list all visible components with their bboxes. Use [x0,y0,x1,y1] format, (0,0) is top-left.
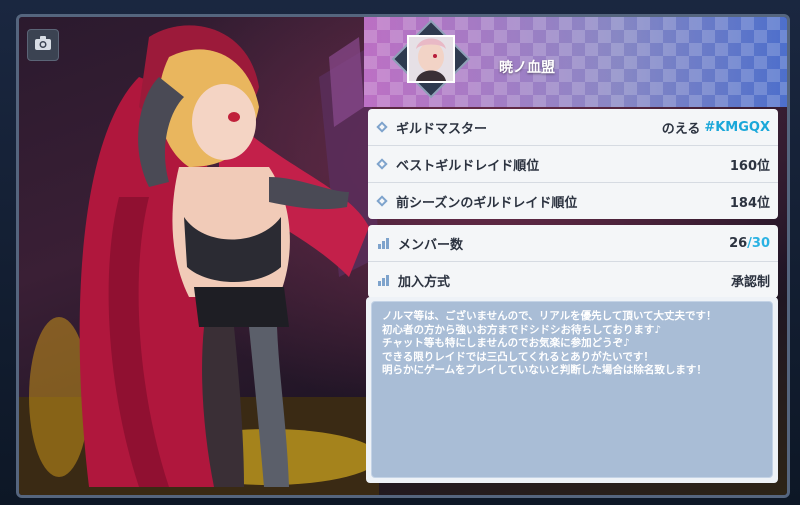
guild-membership-panel: メンバー数 26 / 30 加入方式 承認制 [368,225,778,298]
bar-chart-icon [378,274,389,286]
description-line: チャット等も特にしませんのでお気楽に参加どうぞ♪ [382,337,630,349]
join-method-label: 加入方式 [398,274,451,290]
prev-raid-row: 前シーズンのギルドレイド順位 184位 [368,183,778,219]
best-raid-value: 160位 [729,158,770,174]
guild-description: ノルマ等は、ございませんので、リアルを優先して頂いて大丈夫です！ 初心者の方から… [371,301,773,478]
member-max: 30 [751,235,770,251]
guild-profile-frame: 暁ノ血盟 ギルドマスター のえる #KMGQX ベストギルドレイド順位 160位… [0,0,800,505]
diamond-icon [376,121,388,133]
join-method-value: 承認制 [730,274,770,290]
camera-button[interactable] [27,29,59,61]
guild-emblem [391,19,471,99]
description-line: できる限りレイドでは三凸してくれるとありがたいです！ [382,350,654,363]
member-count: 26 [729,235,748,251]
camera-icon [34,35,52,55]
description-line: 明らかにゲームをプレイしていないと判断した場合は除名致します！ [382,364,707,376]
prev-raid-value: 184位 [729,195,770,211]
member-count-label: メンバー数 [398,237,464,253]
best-raid-row: ベストギルドレイド順位 160位 [368,146,778,183]
guild-master-tag: #KMGQX [704,119,770,135]
bar-chart-icon [378,237,389,249]
best-raid-label: ベストギルドレイド順位 [396,158,540,174]
diamond-icon [376,158,388,170]
guild-master-name: のえる [661,121,701,137]
prev-raid-label: 前シーズンのギルドレイド順位 [396,195,578,211]
description-line: ノルマ等は、ございませんので、リアルを優先して頂いて大丈夫です！ [382,310,717,322]
description-line: 初心者の方から強いお方までドシドシお待ちしております♪ [382,323,662,336]
guild-name: 暁ノ血盟 [499,60,555,76]
member-count-row: メンバー数 26 / 30 [368,225,778,262]
guild-master-row: ギルドマスター のえる #KMGQX [368,109,778,146]
join-method-row: 加入方式 承認制 [368,262,778,298]
guild-card: 暁ノ血盟 ギルドマスター のえる #KMGQX ベストギルドレイド順位 160位… [16,14,790,498]
guild-info-panel: ギルドマスター のえる #KMGQX ベストギルドレイド順位 160位 前シーズ… [368,109,778,219]
guild-master-label: ギルドマスター [396,121,488,137]
diamond-icon [376,195,388,207]
